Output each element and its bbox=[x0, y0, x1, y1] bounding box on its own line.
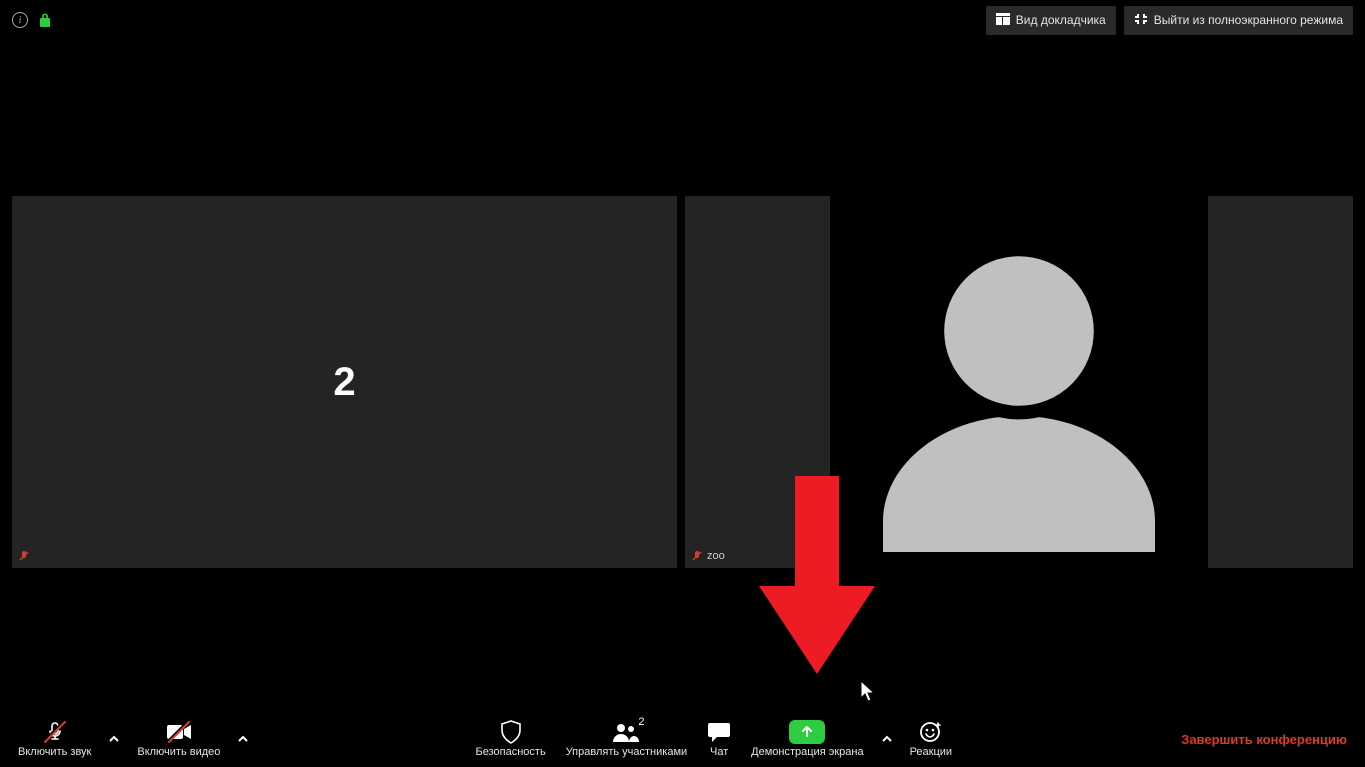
avatar-icon bbox=[849, 212, 1189, 552]
chat-label: Чат bbox=[710, 746, 728, 758]
security-label: Безопасность bbox=[476, 746, 546, 758]
lock-icon bbox=[38, 12, 52, 28]
tile-2-name: zoo bbox=[707, 550, 725, 562]
info-icon[interactable]: i bbox=[12, 12, 28, 28]
tile-2-avatar-area bbox=[830, 196, 1208, 568]
collapse-icon bbox=[1134, 12, 1148, 29]
mic-muted-icon bbox=[43, 720, 67, 744]
tile-1-mute-indicator bbox=[18, 550, 30, 562]
top-bar: i Вид докладчика Выйти из полноэкранного… bbox=[0, 0, 1365, 40]
share-screen-icon bbox=[789, 720, 825, 744]
end-meeting-button[interactable]: Завершить конференцию bbox=[1171, 726, 1357, 753]
participants-count: 2 bbox=[638, 716, 644, 728]
video-area: 2 zoo bbox=[12, 196, 1353, 568]
cursor-icon bbox=[860, 680, 876, 707]
video-chevron[interactable] bbox=[230, 719, 256, 759]
share-label: Демонстрация экрана bbox=[751, 746, 863, 758]
bottom-toolbar: Включить звук Включить видео Безопасност… bbox=[0, 711, 1365, 767]
video-label: Включить видео bbox=[137, 746, 220, 758]
chat-icon bbox=[707, 720, 731, 744]
reactions-button[interactable]: Реакции bbox=[900, 716, 963, 762]
security-button[interactable]: Безопасность bbox=[466, 716, 556, 762]
speaker-view-button[interactable]: Вид докладчика bbox=[986, 6, 1116, 35]
participant-tile-1[interactable]: 2 bbox=[12, 196, 677, 568]
reactions-label: Реакции bbox=[910, 746, 953, 758]
reactions-icon bbox=[919, 720, 943, 744]
mute-chevron[interactable] bbox=[101, 719, 127, 759]
end-meeting-label: Завершить конференцию bbox=[1181, 732, 1347, 747]
shield-icon bbox=[500, 720, 522, 744]
share-chevron[interactable] bbox=[874, 719, 900, 759]
top-left-group: i bbox=[12, 12, 52, 28]
participants-button[interactable]: 2 Управлять участниками bbox=[556, 716, 697, 762]
top-right-group: Вид докладчика Выйти из полноэкранного р… bbox=[986, 6, 1353, 35]
participant-tile-1-name: 2 bbox=[333, 360, 355, 405]
video-button[interactable]: Включить видео bbox=[127, 716, 230, 762]
mute-button[interactable]: Включить звук bbox=[8, 716, 101, 762]
tile-2-mute-indicator: zoo bbox=[691, 550, 725, 562]
share-screen-button[interactable]: Демонстрация экрана bbox=[741, 716, 873, 762]
video-off-icon bbox=[166, 720, 192, 744]
exit-fullscreen-label: Выйти из полноэкранного режима bbox=[1154, 13, 1343, 27]
mute-label: Включить звук bbox=[18, 746, 91, 758]
tile-2-right-bar bbox=[1208, 196, 1353, 568]
participants-icon: 2 bbox=[612, 720, 640, 744]
chat-button[interactable]: Чат bbox=[697, 716, 741, 762]
participants-label: Управлять участниками bbox=[566, 746, 687, 758]
exit-fullscreen-button[interactable]: Выйти из полноэкранного режима bbox=[1124, 6, 1353, 35]
grid-icon bbox=[996, 13, 1010, 28]
speaker-view-label: Вид докладчика bbox=[1016, 13, 1106, 27]
red-arrow-annotation bbox=[757, 476, 877, 681]
